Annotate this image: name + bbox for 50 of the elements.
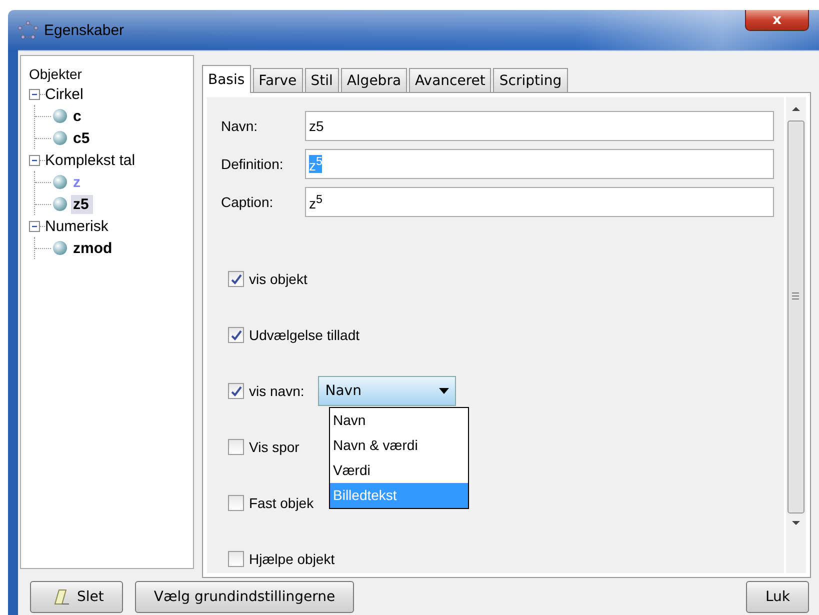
field-label: Navn: [221,118,259,134]
tree-group[interactable]: Numerisk [45,218,108,234]
field-label: Caption: [221,194,274,210]
sphere-icon [53,175,67,189]
checkbox-label: vis navn: [249,383,304,399]
collapse-icon[interactable] [29,154,40,166]
checkbox[interactable] [228,271,244,287]
tab[interactable]: Stil [304,68,339,92]
checkbox[interactable] [228,551,244,567]
collapse-icon[interactable] [29,220,40,232]
tab[interactable]: Algebra [340,68,408,92]
sphere-icon [53,197,67,211]
tab[interactable]: Farve [252,68,303,92]
tab[interactable]: Scripting [493,68,568,92]
close-button[interactable]: x [745,10,809,31]
text-field[interactable]: z$^{5}$ [305,187,774,217]
checkbox-label: Hjælpe objekt [249,551,335,567]
sphere-icon [53,131,67,145]
check-icon [230,386,242,396]
tree-group[interactable]: Komplekst tal [45,152,136,168]
checkbox[interactable] [228,383,244,399]
checkbox[interactable] [228,495,244,511]
dropdown[interactable]: Navn [318,376,456,406]
collapse-icon[interactable] [29,88,40,100]
close-button[interactable]: Luk [746,581,809,613]
tree-group[interactable]: Cirkel [45,86,84,102]
checkbox-label: Udvælgelse tilladt [249,327,360,343]
tab[interactable]: Avanceret [409,68,492,92]
tree-item[interactable]: c [71,106,86,126]
checkbox[interactable] [228,439,244,455]
tree-item[interactable]: z5 [71,194,93,214]
check-icon [230,330,242,340]
default-button[interactable]: Vælg grundindstillingerne [134,581,354,613]
checkbox-label: vis objekt [249,271,308,287]
checkbox-label: Fast objek [249,495,314,511]
tab[interactable]: Basis [202,65,251,93]
checkbox-label: Vis spor [249,439,300,455]
tree-item[interactable]: zmod [71,238,116,258]
text-field[interactable]: z5 [305,111,774,141]
checkbox[interactable] [228,327,244,343]
tree-root: Objekter [29,66,83,82]
delete-button[interactable]: Slet [30,581,123,613]
tree-item[interactable]: c5 [71,128,94,148]
check-icon [230,274,242,284]
field-label: Definition: [221,156,284,172]
sphere-icon [53,241,67,255]
sphere-icon [53,109,67,123]
window-title: Egenskaber [44,22,124,38]
caret-icon [439,388,450,394]
pentagon-icon [18,21,38,39]
